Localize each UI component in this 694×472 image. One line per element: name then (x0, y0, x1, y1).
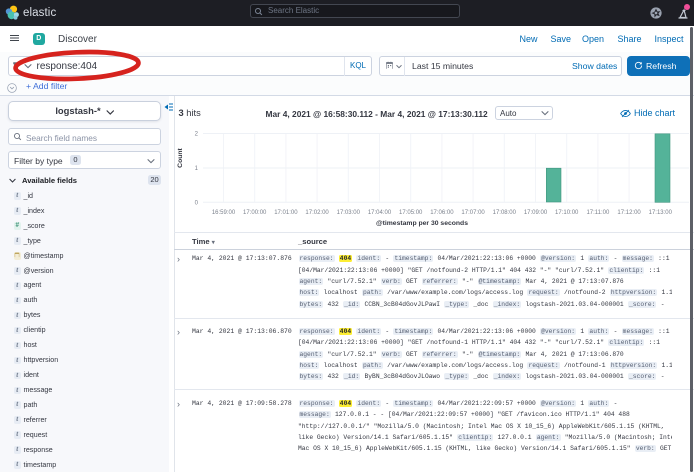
svg-text:17:09:00: 17:09:00 (524, 210, 548, 216)
svg-text:16:59:00: 16:59:00 (212, 210, 236, 216)
svg-text:0: 0 (195, 200, 199, 206)
svg-text:17:07:00: 17:07:00 (461, 210, 485, 216)
svg-text:17:11:00: 17:11:00 (586, 210, 610, 216)
svg-text:Count: Count (177, 147, 184, 167)
svg-text:17:12:00: 17:12:00 (617, 210, 641, 216)
svg-text:17:06:00: 17:06:00 (430, 210, 454, 216)
svg-text:1: 1 (195, 166, 199, 172)
svg-text:17:01:00: 17:01:00 (274, 210, 298, 216)
svg-text:@timestamp per 30 seconds: @timestamp per 30 seconds (376, 220, 468, 227)
svg-text:17:02:00: 17:02:00 (305, 210, 329, 216)
svg-text:17:00:00: 17:00:00 (243, 210, 267, 216)
svg-text:17:13:00: 17:13:00 (649, 210, 673, 216)
svg-text:17:03:00: 17:03:00 (337, 210, 361, 216)
svg-text:17:05:00: 17:05:00 (399, 210, 423, 216)
svg-text:17:04:00: 17:04:00 (368, 210, 392, 216)
svg-text:17:10:00: 17:10:00 (555, 210, 579, 216)
svg-text:17:08:00: 17:08:00 (493, 210, 517, 216)
svg-text:2: 2 (195, 132, 199, 138)
